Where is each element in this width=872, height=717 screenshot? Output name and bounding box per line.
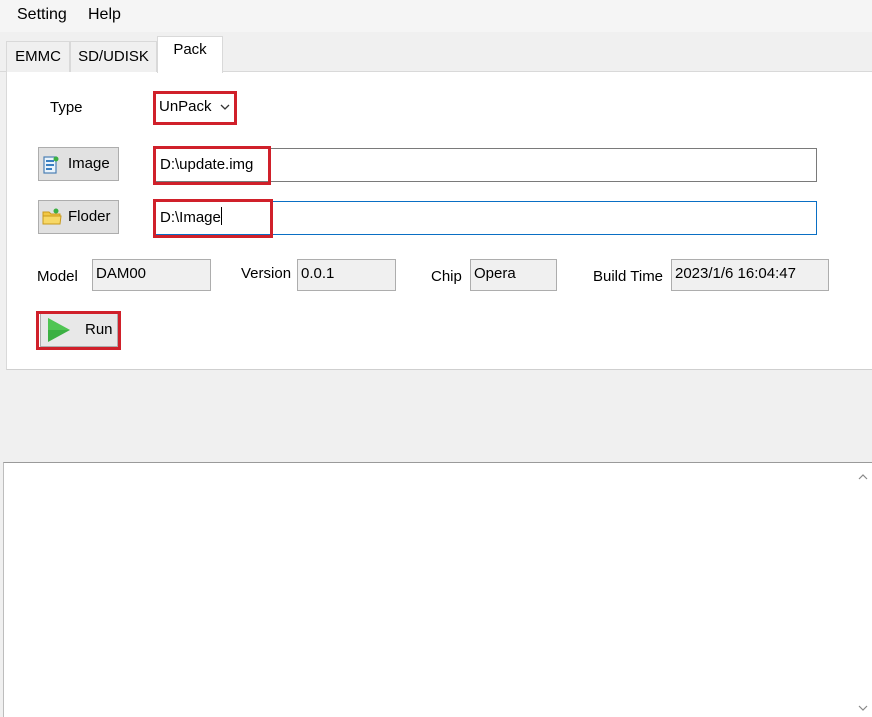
version-label: Version xyxy=(241,265,292,282)
folder-button-label: Floder xyxy=(68,208,111,225)
build-time-value: 2023/1/6 16:04:47 xyxy=(675,265,796,282)
type-dropdown-highlight xyxy=(153,91,237,125)
chip-value: Opera xyxy=(474,265,516,282)
tab-pack[interactable]: Pack xyxy=(157,36,223,73)
menu-setting[interactable]: Setting xyxy=(17,6,67,24)
log-output[interactable] xyxy=(3,462,872,717)
chip-label: Chip xyxy=(431,268,462,285)
menu-help[interactable]: Help xyxy=(88,6,121,24)
model-label: Model xyxy=(37,268,78,285)
tab-strip: EMMC SD/UDISK Pack xyxy=(0,32,872,73)
tab-sd-udisk[interactable]: SD/UDISK xyxy=(70,41,157,72)
spacer-area xyxy=(0,371,872,462)
chevron-down-icon[interactable] xyxy=(858,703,868,713)
tab-emmc[interactable]: EMMC xyxy=(6,41,70,72)
menu-bar: Setting Help xyxy=(0,0,872,32)
version-value: 0.0.1 xyxy=(301,265,335,282)
folder-button[interactable]: Floder xyxy=(38,200,119,234)
model-value: DAM00 xyxy=(96,265,147,282)
image-file-icon xyxy=(43,156,59,174)
run-button-highlight xyxy=(36,311,121,350)
version-field: 0.0.1 xyxy=(297,259,396,291)
image-button-label: Image xyxy=(68,155,110,172)
model-field: DAM00 xyxy=(92,259,211,291)
image-button[interactable]: Image xyxy=(38,147,119,181)
image-path-highlight xyxy=(153,146,271,185)
build-time-field: 2023/1/6 16:04:47 xyxy=(671,259,829,291)
build-time-label: Build Time xyxy=(593,268,664,285)
chevron-up-icon[interactable] xyxy=(858,472,868,482)
log-scrollbar[interactable] xyxy=(855,463,872,717)
folder-path-highlight xyxy=(153,199,273,238)
type-label: Type xyxy=(50,99,83,116)
chip-field: Opera xyxy=(470,259,557,291)
folder-icon xyxy=(42,208,62,225)
